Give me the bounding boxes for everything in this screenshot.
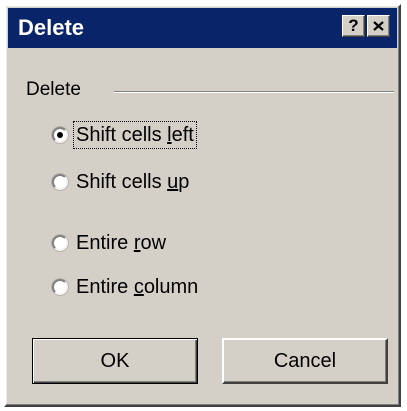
window-title: Delete	[18, 15, 85, 40]
radio-label[interactable]: Shift cells up	[74, 169, 191, 195]
ok-button[interactable]: OK	[32, 338, 198, 384]
radio-button[interactable]	[52, 127, 68, 143]
radio-button[interactable]	[52, 279, 68, 295]
radio-button[interactable]	[52, 235, 68, 251]
accelerator-key: u	[167, 171, 179, 193]
radio-label[interactable]: Entire row	[74, 230, 168, 256]
radio-label[interactable]: Entire column	[74, 274, 200, 300]
radio-button[interactable]	[52, 174, 68, 190]
label-text: Shift cells	[76, 124, 168, 146]
delete-group-label: Delete	[26, 79, 81, 100]
label-text: Entire	[76, 276, 134, 298]
label-text: Entire	[76, 232, 134, 254]
close-icon	[373, 21, 384, 31]
cancel-button[interactable]: Cancel	[222, 338, 388, 384]
label-text: olumn	[143, 276, 199, 298]
delete-dialog: Delete ? Delete Shift cells left Shift c…	[4, 4, 401, 407]
close-button[interactable]	[367, 15, 390, 37]
accelerator-key: c	[133, 276, 144, 298]
help-button[interactable]: ?	[342, 15, 365, 37]
label-text: ow	[140, 232, 167, 254]
radio-label[interactable]: Shift cells left	[73, 121, 197, 149]
radio-selected-dot	[57, 132, 63, 138]
title-bar[interactable]: Delete ?	[8, 8, 397, 48]
label-text: p	[178, 171, 190, 193]
label-text: Shift cells	[76, 171, 168, 193]
label-text: eft	[171, 124, 194, 146]
group-divider	[114, 91, 394, 93]
